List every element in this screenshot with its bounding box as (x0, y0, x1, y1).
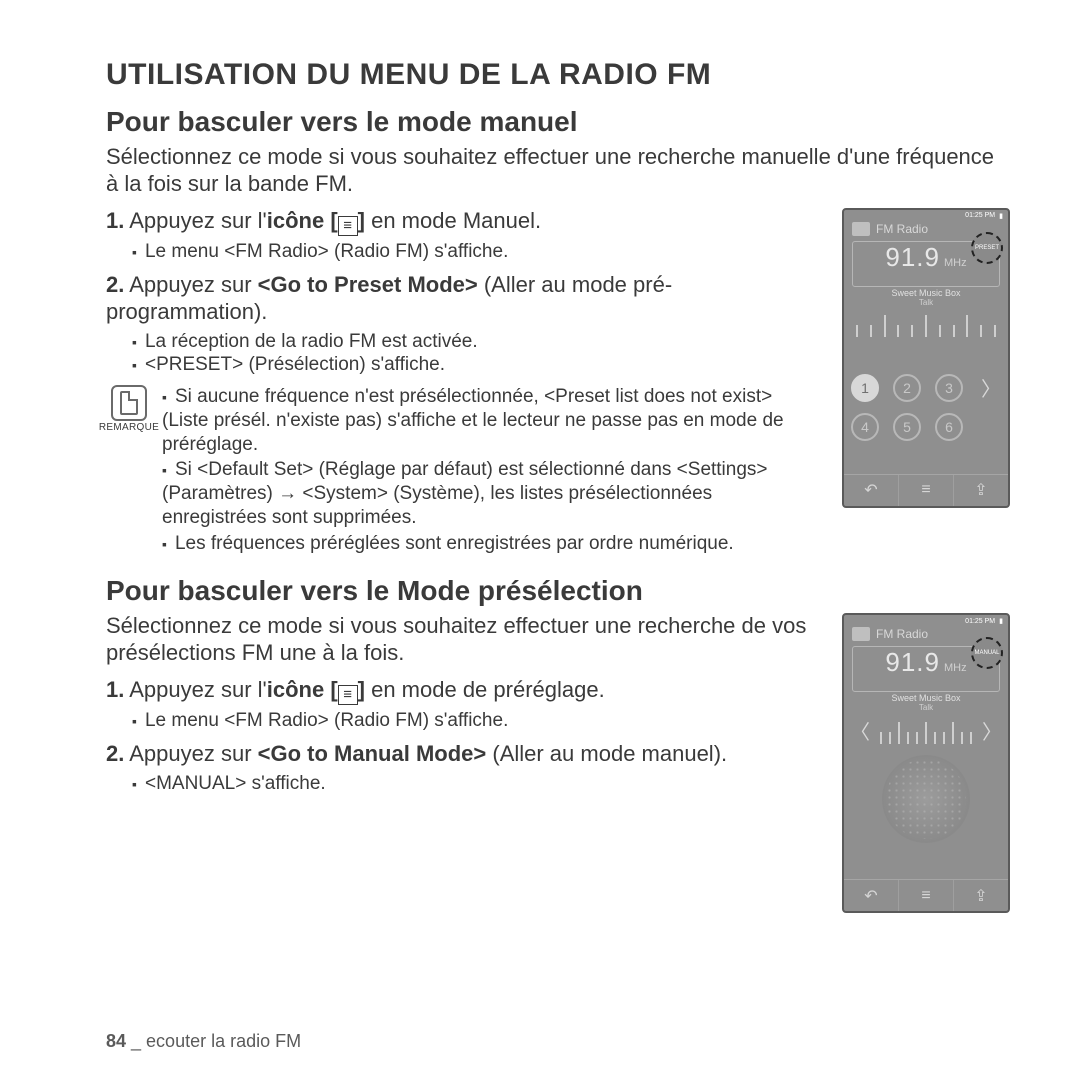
sec2-intro2: présélections FM une à la fois. (106, 640, 820, 667)
sec1-step2-sub1: La réception de la radio FM est activée. (132, 330, 820, 354)
preset-3[interactable]: 3 (935, 374, 963, 402)
sec2-step1: 1. Appuyez sur l'icône [] en mode de pré… (106, 677, 820, 706)
sec2-step1-sub: Le menu <FM Radio> (Radio FM) s'affiche. (132, 709, 820, 733)
share-button[interactable]: ⇪ (954, 475, 1008, 506)
sec2-intro1: Sélectionnez ce mode si vous souhaitez e… (106, 613, 820, 640)
song-sub: Talk (844, 298, 1008, 307)
chapter-label: ecouter la radio FM (146, 1031, 301, 1051)
app-title: FM Radio (876, 627, 928, 641)
step-number: 1. (106, 677, 124, 702)
preset-4[interactable]: 4 (851, 413, 879, 441)
menu-icon (338, 216, 358, 236)
share-button[interactable]: ⇪ (954, 880, 1008, 911)
device-preset: 01:25 PM ▮ FM Radio PRESET 91.9 MHz Sweet… (842, 208, 1010, 508)
battery-icon: ▮ (999, 212, 1003, 220)
clock-label: 01:25 PM (965, 212, 995, 219)
song-sub: Talk (844, 703, 1008, 712)
step-number: 2. (106, 272, 124, 297)
remark-list: Si aucune fréquence n'est présélectionné… (162, 385, 820, 557)
page-footer: 84 _ ecouter la radio FM (106, 1031, 301, 1052)
section1-heading: Pour basculer vers le mode manuel (106, 106, 1010, 138)
sec1-step1-sub: Le menu <FM Radio> (Radio FM) s'affiche. (132, 240, 820, 264)
remark-item: Si <Default Set> (Réglage par défaut) es… (162, 458, 820, 529)
preset-next-icon[interactable]: 〉 (981, 373, 1001, 402)
tune-left-icon[interactable]: 〈 (850, 716, 870, 745)
tuner-dial (850, 311, 1002, 337)
app-title: FM Radio (876, 222, 928, 236)
sec1-step2: 2. Appuyez sur <Go to Preset Mode> (Alle… (106, 272, 820, 326)
tuner-dial[interactable]: 〈 〉 (850, 716, 1002, 745)
radio-icon (852, 627, 870, 641)
clock-label: 01:25 PM (965, 618, 995, 625)
preset-1[interactable]: 1 (851, 374, 879, 402)
tune-right-icon[interactable]: 〉 (982, 716, 1002, 745)
menu-icon (338, 685, 358, 705)
remark-item: Les fréquences préréglées sont enregistr… (162, 532, 820, 556)
page-number: 84 (106, 1031, 126, 1051)
remark-label: REMARQUE (99, 422, 159, 433)
remark-item: Si aucune fréquence n'est présélectionné… (162, 385, 820, 456)
speaker-icon (882, 755, 970, 843)
song-label: Sweet Music Box (844, 693, 1008, 703)
preset-badge[interactable]: PRESET (971, 232, 1003, 264)
radio-icon (852, 222, 870, 236)
section1-intro: Sélectionnez ce mode si vous souhaitez e… (106, 144, 1010, 198)
back-button[interactable]: ↶ (844, 880, 899, 911)
sec2-step2-sub: <MANUAL> s'affiche. (132, 772, 820, 796)
remark-icon: REMARQUE (106, 385, 152, 433)
device-manual: 01:25 PM ▮ FM Radio MANUAL 91.9 MHz Sweet… (842, 613, 1010, 913)
menu-button[interactable]: ≡ (899, 880, 954, 911)
battery-icon: ▮ (999, 617, 1003, 625)
step-number: 2. (106, 741, 124, 766)
sec1-step2-sub2: <PRESET> (Présélection) s'affiche. (132, 353, 820, 377)
manual-badge[interactable]: MANUAL (971, 637, 1003, 669)
preset-2[interactable]: 2 (893, 374, 921, 402)
song-label: Sweet Music Box (844, 288, 1008, 298)
section2-heading: Pour basculer vers le Mode présélection (106, 575, 1010, 607)
frequency-display: PRESET 91.9 MHz (852, 241, 1000, 287)
step-number: 1. (106, 208, 124, 233)
menu-button[interactable]: ≡ (899, 475, 954, 506)
frequency-display: MANUAL 91.9 MHz (852, 646, 1000, 692)
back-button[interactable]: ↶ (844, 475, 899, 506)
sec2-step2: 2. Appuyez sur <Go to Manual Mode> (Alle… (106, 741, 820, 768)
page-title: UTILISATION DU MENU DE LA RADIO FM (106, 58, 1010, 92)
sec1-step1: 1. Appuyez sur l'icône [] en mode Manuel… (106, 208, 820, 237)
preset-5[interactable]: 5 (893, 413, 921, 441)
preset-6[interactable]: 6 (935, 413, 963, 441)
